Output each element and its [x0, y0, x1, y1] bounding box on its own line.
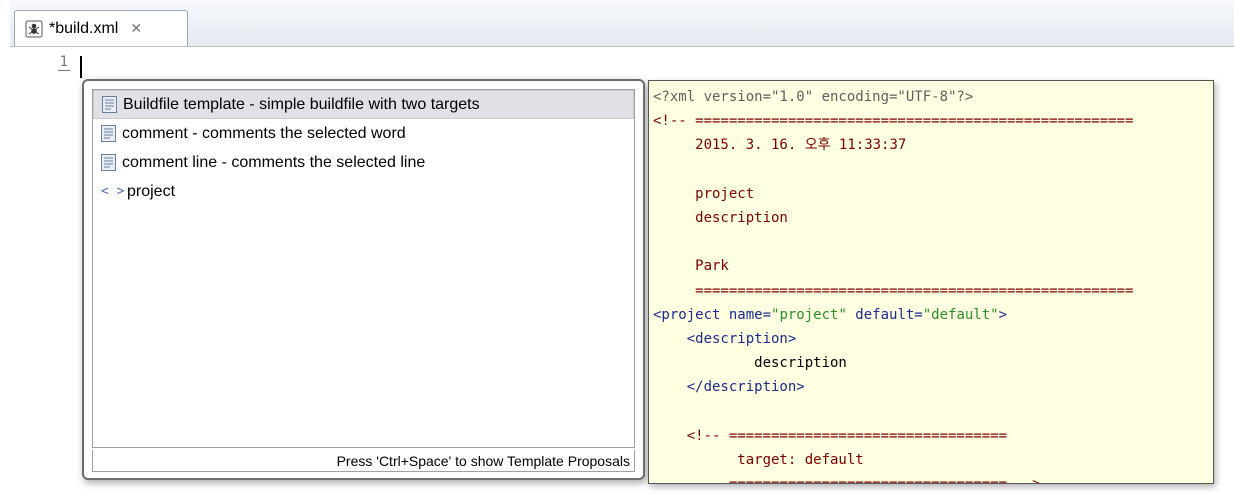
additional-info-popup: <?xml version="1.0" encoding="UTF-8"?> <!… [648, 80, 1214, 484]
code-line: ========================================… [653, 282, 1134, 299]
code-line: <project name="project" default="default… [653, 306, 1008, 323]
content-assist-popup: Buildfile template - simple buildfile wi… [82, 79, 645, 480]
proposal-list[interactable]: Buildfile template - simple buildfile wi… [92, 89, 635, 448]
editor-tab-bar [10, 0, 1234, 47]
proposal-label: Buildfile template - simple buildfile wi… [123, 95, 480, 113]
code-line: ================================= --> [653, 476, 1041, 484]
code-line: target: default [653, 451, 864, 468]
ant-file-icon [25, 20, 43, 38]
proposal-buildfile-template[interactable]: Buildfile template - simple buildfile wi… [93, 90, 634, 119]
template-icon [101, 154, 116, 171]
template-preview-code: <?xml version="1.0" encoding="UTF-8"?> <!… [653, 85, 1134, 484]
xml-tag-icon: < > [101, 184, 125, 199]
code-line: description [653, 209, 788, 226]
proposal-project[interactable]: < > project [93, 177, 634, 206]
code-line: description [653, 355, 847, 372]
proposal-comment[interactable]: comment - comments the selected word [93, 119, 634, 148]
template-icon [102, 96, 117, 113]
proposal-label: comment - comments the selected word [122, 124, 406, 142]
close-icon[interactable]: ✕ [130, 20, 142, 37]
tab-title: *build.xml [49, 19, 119, 37]
code-line: <description> [653, 330, 797, 347]
line-number: 1 [57, 54, 70, 71]
tab-build-xml[interactable]: *build.xml ✕ [14, 10, 188, 46]
code-line: 2015. 3. 16. 오후 11:33:37 [653, 137, 907, 154]
content-assist-status[interactable]: Press 'Ctrl+Space' to show Template Prop… [92, 450, 635, 472]
code-line: <?xml version="1.0" encoding="UTF-8"?> [653, 89, 974, 105]
proposal-comment-line[interactable]: comment line - comments the selected lin… [93, 148, 634, 177]
code-line: <!-- ================================= [653, 427, 1008, 444]
text-caret [80, 56, 82, 78]
code-line: project [653, 185, 755, 202]
proposal-label: comment line - comments the selected lin… [122, 153, 426, 171]
proposal-label: project [127, 182, 176, 200]
template-icon [101, 125, 116, 142]
code-line: </description> [653, 379, 805, 396]
code-line: <!-- ===================================… [653, 113, 1134, 130]
code-line: Park [653, 258, 729, 275]
line-number-ruler: 1 [36, 54, 70, 78]
